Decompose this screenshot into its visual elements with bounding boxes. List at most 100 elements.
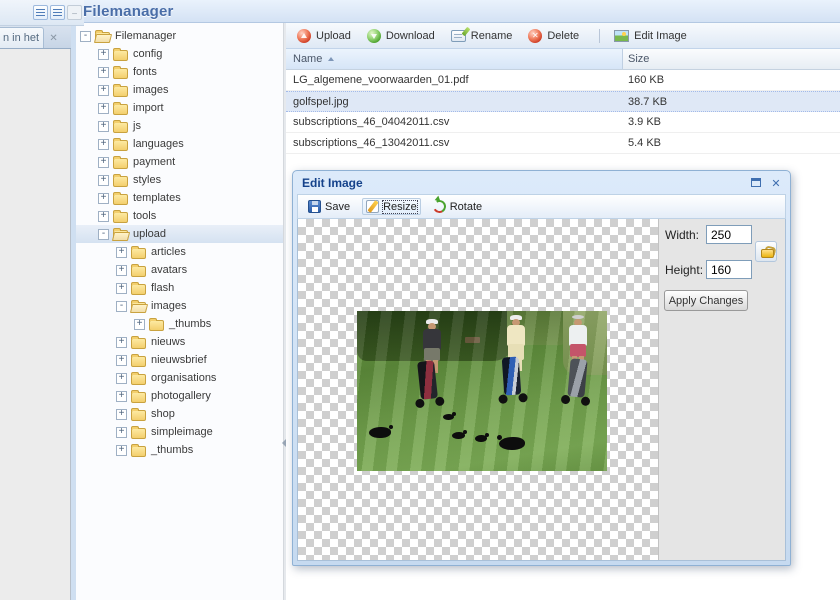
expand-toggle-icon[interactable] (134, 319, 145, 330)
edit-image-icon (614, 30, 629, 42)
upload-label: Upload (316, 30, 351, 42)
tree-lines-icon-button[interactable] (33, 5, 48, 20)
folder-icon (113, 104, 128, 115)
tree-node-nieuws[interactable]: nieuws (76, 333, 283, 351)
file-row[interactable]: subscriptions_46_13042011.csv 5.4 KB (286, 133, 840, 154)
expand-toggle-icon[interactable] (98, 121, 109, 132)
download-button[interactable]: Download (363, 27, 439, 45)
tree-node-shop[interactable]: shop (76, 405, 283, 423)
tree-node-articles[interactable]: articles (76, 243, 283, 261)
tree-node-templates[interactable]: templates (76, 189, 283, 207)
tree-node-avatars[interactable]: avatars (76, 261, 283, 279)
tree-node-label: articles (151, 246, 186, 258)
expand-toggle-icon[interactable] (116, 337, 127, 348)
column-header-size[interactable]: Size (623, 49, 840, 69)
tree-node-styles[interactable]: styles (76, 171, 283, 189)
apply-changes-button[interactable]: Apply Changes (664, 290, 748, 311)
tree-node-config[interactable]: config (76, 45, 283, 63)
collapse-toggle-icon[interactable] (98, 229, 109, 240)
expand-toggle-icon[interactable] (98, 103, 109, 114)
collapse-toggle-icon[interactable] (80, 31, 91, 42)
height-field[interactable] (706, 260, 752, 279)
expand-toggle-icon[interactable] (116, 373, 127, 384)
tree-node-tools[interactable]: tools (76, 207, 283, 225)
file-row[interactable]: subscriptions_46_04042011.csv 3.9 KB (286, 112, 840, 133)
folder-icon (113, 176, 128, 187)
tree-node-flash[interactable]: flash (76, 279, 283, 297)
rotate-button[interactable]: Rotate (430, 199, 485, 214)
expand-toggle-icon[interactable] (98, 67, 109, 78)
expand-toggle-icon[interactable] (116, 427, 127, 438)
expand-toggle-icon[interactable] (98, 175, 109, 186)
expand-toggle-icon[interactable] (98, 193, 109, 204)
column-header-name[interactable]: Name (286, 49, 623, 69)
upload-icon (297, 29, 311, 43)
expand-toggle-icon[interactable] (98, 49, 109, 60)
tree-node-fonts[interactable]: fonts (76, 63, 283, 81)
folder-open-icon (113, 230, 128, 241)
tree-node-filemanager[interactable]: Filemanager (76, 27, 283, 45)
file-name-cell: LG_algemene_voorwaarden_01.pdf (286, 70, 623, 90)
tree-node-js[interactable]: js (76, 117, 283, 135)
save-label: Save (325, 201, 350, 213)
background-tab[interactable]: n in het (0, 27, 44, 48)
rename-button[interactable]: Rename (447, 28, 517, 44)
tree-node-payment[interactable]: payment (76, 153, 283, 171)
tree-node-photogallery[interactable]: photogallery (76, 387, 283, 405)
maximize-button[interactable] (748, 175, 764, 190)
download-label: Download (386, 30, 435, 42)
expand-toggle-icon[interactable] (116, 283, 127, 294)
expand-toggle-icon[interactable] (116, 265, 127, 276)
edit-image-button[interactable]: Edit Image (610, 28, 691, 44)
tree-node-label: import (133, 102, 164, 114)
expand-toggle-icon[interactable] (116, 247, 127, 258)
folder-icon (131, 338, 146, 349)
collapse-toggle-icon[interactable] (116, 301, 127, 312)
tree-node-thumbs[interactable]: _thumbs (76, 441, 283, 459)
expand-toggle-icon[interactable] (98, 157, 109, 168)
tree-node-label: upload (133, 228, 166, 240)
expand-toggle-icon[interactable] (116, 409, 127, 420)
photo-coot (475, 435, 487, 442)
width-field[interactable] (706, 225, 752, 244)
aspect-lock-button[interactable] (755, 241, 777, 262)
tab-close-icon[interactable] (46, 31, 61, 46)
delete-label: Delete (547, 30, 579, 42)
tree-node-upload[interactable]: upload (76, 225, 283, 243)
tree-node-label: _thumbs (151, 444, 193, 456)
expand-toggle-icon[interactable] (98, 85, 109, 96)
tree-node-languages[interactable]: languages (76, 135, 283, 153)
tree-node-upload-images[interactable]: images (76, 297, 283, 315)
expand-toggle-icon[interactable] (98, 211, 109, 222)
expand-toggle-icon[interactable] (116, 445, 127, 456)
close-button[interactable] (768, 175, 784, 190)
expand-toggle-icon[interactable] (116, 391, 127, 402)
expand-toggle-icon[interactable] (98, 139, 109, 150)
file-row[interactable]: LG_algemene_voorwaarden_01.pdf 160 KB (286, 70, 840, 91)
resize-icon (366, 200, 379, 213)
delete-button[interactable]: Delete (524, 27, 583, 45)
tree-node-images[interactable]: images (76, 81, 283, 99)
dialog-titlebar[interactable]: Edit Image (297, 171, 786, 194)
list-lines-icon-button[interactable] (50, 5, 65, 20)
folder-icon (131, 284, 146, 295)
file-row-selected[interactable]: golfspel.jpg 38.7 KB (286, 91, 840, 112)
upload-button[interactable]: Upload (293, 27, 355, 45)
tree-node-import[interactable]: import (76, 99, 283, 117)
expand-toggle-icon[interactable] (116, 355, 127, 366)
tree-node-nieuwsbrief[interactable]: nieuwsbrief (76, 351, 283, 369)
save-button[interactable]: Save (305, 199, 353, 214)
tree-node-simpleimage[interactable]: simpleimage (76, 423, 283, 441)
collapse-minus-button[interactable] (67, 5, 82, 20)
file-size-cell: 38.7 KB (623, 92, 840, 111)
tree-node-label: photogallery (151, 390, 211, 402)
tree-node-organisations[interactable]: organisations (76, 369, 283, 387)
file-name-cell: subscriptions_46_04042011.csv (286, 112, 623, 132)
dialog-body: Width: Height: Apply Changes (297, 219, 786, 561)
width-label: Width: (665, 228, 699, 242)
rename-label: Rename (471, 30, 513, 42)
resize-button[interactable]: Resize (362, 198, 421, 215)
photo-golfbag-right (567, 358, 587, 397)
tree-node-images-thumbs[interactable]: _thumbs (76, 315, 283, 333)
background-tab-bar: n in het (0, 26, 71, 49)
